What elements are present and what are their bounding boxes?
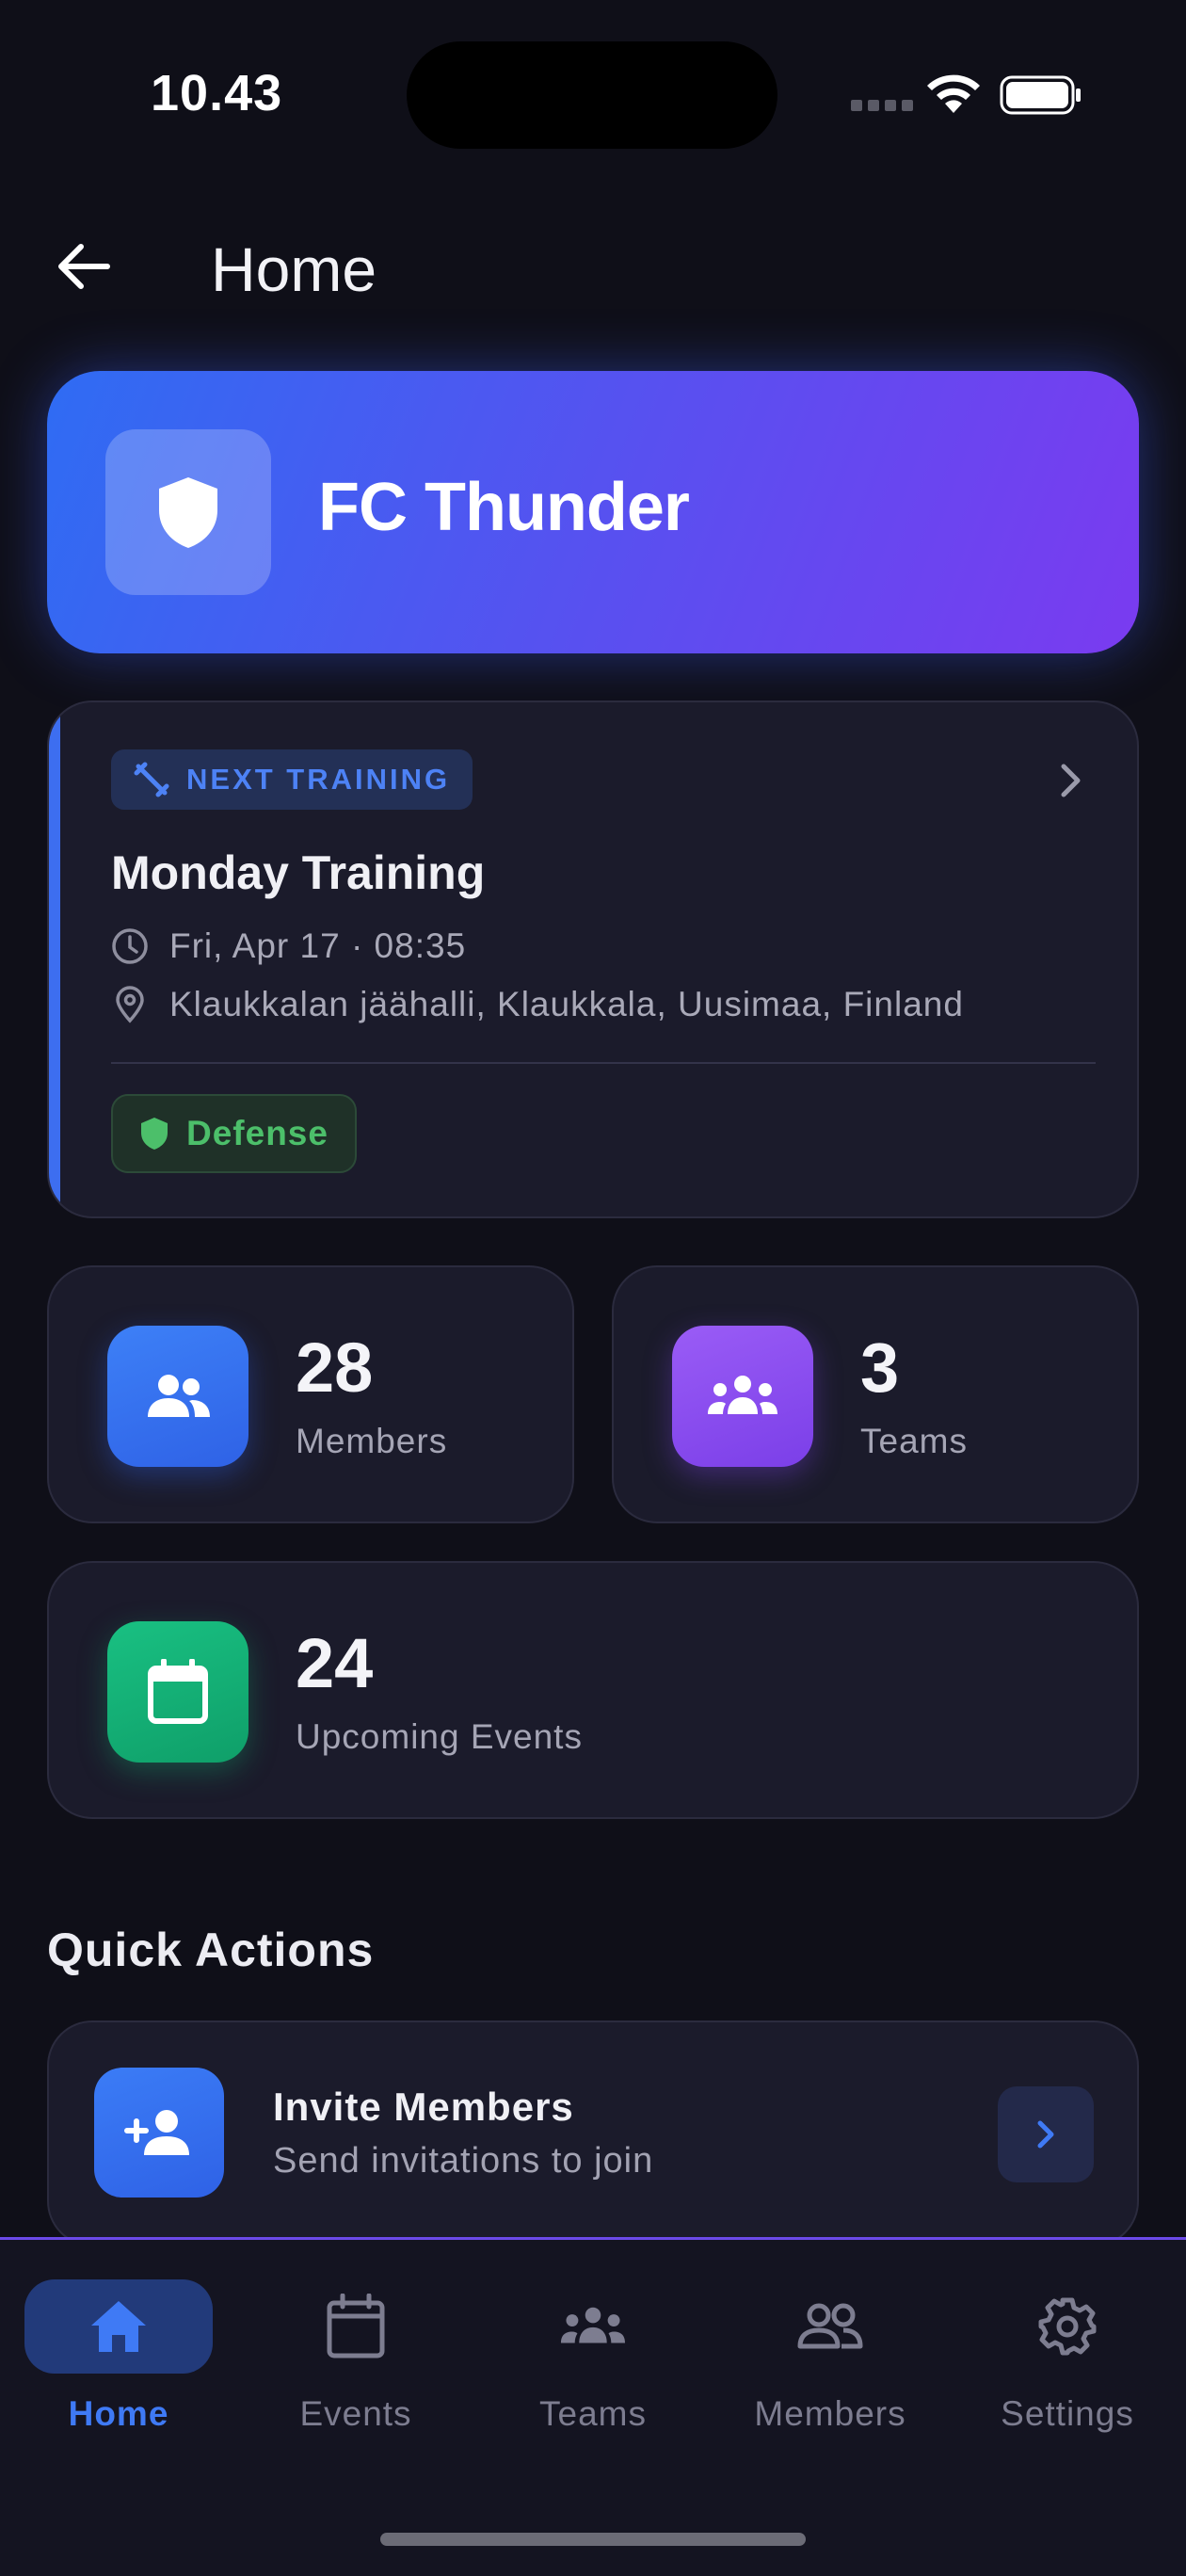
members-count: 28	[296, 1328, 374, 1407]
nav-settings-icon-wrap	[973, 2279, 1162, 2374]
members-stat-card[interactable]: 28 Members	[47, 1265, 574, 1523]
club-banner[interactable]: FC Thunder	[47, 371, 1139, 653]
shield-icon	[159, 477, 217, 548]
bottom-nav: Home Events Teams Members Settings	[0, 2237, 1186, 2576]
nav-members[interactable]: Members	[712, 2279, 949, 2434]
action-subtitle: Send invitations to join	[273, 2141, 654, 2181]
action-title: Invite Members	[273, 2085, 574, 2129]
clock-icon	[112, 928, 148, 964]
next-training-badge: NEXT TRAINING	[111, 749, 473, 810]
person-add-icon	[124, 2110, 189, 2155]
nav-settings-label: Settings	[1001, 2394, 1134, 2433]
invite-icon-box	[94, 2068, 224, 2198]
action-arrow-button[interactable]	[998, 2086, 1094, 2182]
teams-label: Teams	[860, 1422, 968, 1460]
quick-actions-title: Quick Actions	[47, 1924, 375, 1976]
teams-stat-card[interactable]: 3 Teams	[612, 1265, 1139, 1523]
nav-teams-label: Teams	[539, 2394, 647, 2433]
training-location-row: Klaukkalan jäähalli, Klaukkala, Uusimaa,…	[111, 985, 964, 1024]
members-icon-box	[107, 1326, 248, 1467]
club-name: FC Thunder	[318, 470, 690, 545]
chevron-right-icon[interactable]	[1047, 757, 1094, 804]
events-stat-card[interactable]: 24 Upcoming Events	[47, 1561, 1139, 1819]
people-icon	[148, 1375, 210, 1417]
events-icon-box	[107, 1621, 248, 1763]
events-label: Upcoming Events	[296, 1717, 583, 1756]
training-datetime-row: Fri, Apr 17 · 08:35	[111, 926, 466, 966]
groups-icon	[708, 1376, 777, 1414]
nav-settings[interactable]: Settings	[949, 2279, 1186, 2434]
page-title: Home	[211, 234, 377, 304]
nav-members-label: Members	[754, 2394, 906, 2433]
badge-label: NEXT TRAINING	[186, 763, 451, 796]
gear-icon	[1038, 2297, 1097, 2356]
nav-home-label: Home	[68, 2394, 169, 2433]
fitness-icon	[134, 762, 169, 797]
nav-events[interactable]: Events	[237, 2279, 474, 2434]
home-indicator	[380, 2533, 806, 2546]
location-pin-icon	[116, 986, 144, 1023]
shield-icon	[141, 1118, 168, 1150]
next-training-card[interactable]: NEXT TRAINING Monday Training Fri, Apr 1…	[47, 700, 1139, 1218]
chevron-right-icon	[1037, 2120, 1054, 2149]
position-tag: Defense	[111, 1094, 357, 1173]
nav-members-icon-wrap	[736, 2279, 924, 2374]
calendar-icon	[148, 1659, 208, 1724]
club-logo	[105, 429, 271, 595]
people-icon	[797, 2303, 863, 2349]
nav-events-label: Events	[299, 2394, 412, 2433]
signal-icon	[851, 100, 913, 111]
divider	[111, 1062, 1096, 1064]
back-arrow-icon[interactable]	[51, 233, 117, 299]
members-label: Members	[296, 1422, 448, 1460]
training-datetime: Fri, Apr 17 · 08:35	[169, 926, 467, 965]
nav-events-icon-wrap	[262, 2279, 450, 2374]
home-icon	[91, 2301, 146, 2352]
wifi-icon	[927, 74, 980, 113]
training-title: Monday Training	[111, 846, 486, 899]
dynamic-island	[407, 41, 777, 149]
calendar-icon	[327, 2294, 385, 2359]
teams-count: 3	[860, 1328, 900, 1407]
nav-teams-icon-wrap	[499, 2279, 687, 2374]
nav-home[interactable]: Home	[0, 2279, 237, 2434]
position-label: Defense	[186, 1114, 329, 1152]
nav-home-icon-wrap	[24, 2279, 213, 2374]
events-count: 24	[296, 1624, 374, 1702]
battery-icon	[1000, 75, 1081, 115]
nav-teams[interactable]: Teams	[474, 2279, 712, 2434]
teams-icon-box	[672, 1326, 813, 1467]
invite-members-action[interactable]: Invite Members Send invitations to join	[47, 2021, 1139, 2246]
status-time: 10.43	[151, 65, 283, 121]
training-accent-bar	[49, 702, 60, 1216]
training-location: Klaukkalan jäähalli, Klaukkala, Uusimaa,…	[169, 985, 964, 1023]
groups-icon	[560, 2307, 626, 2343]
